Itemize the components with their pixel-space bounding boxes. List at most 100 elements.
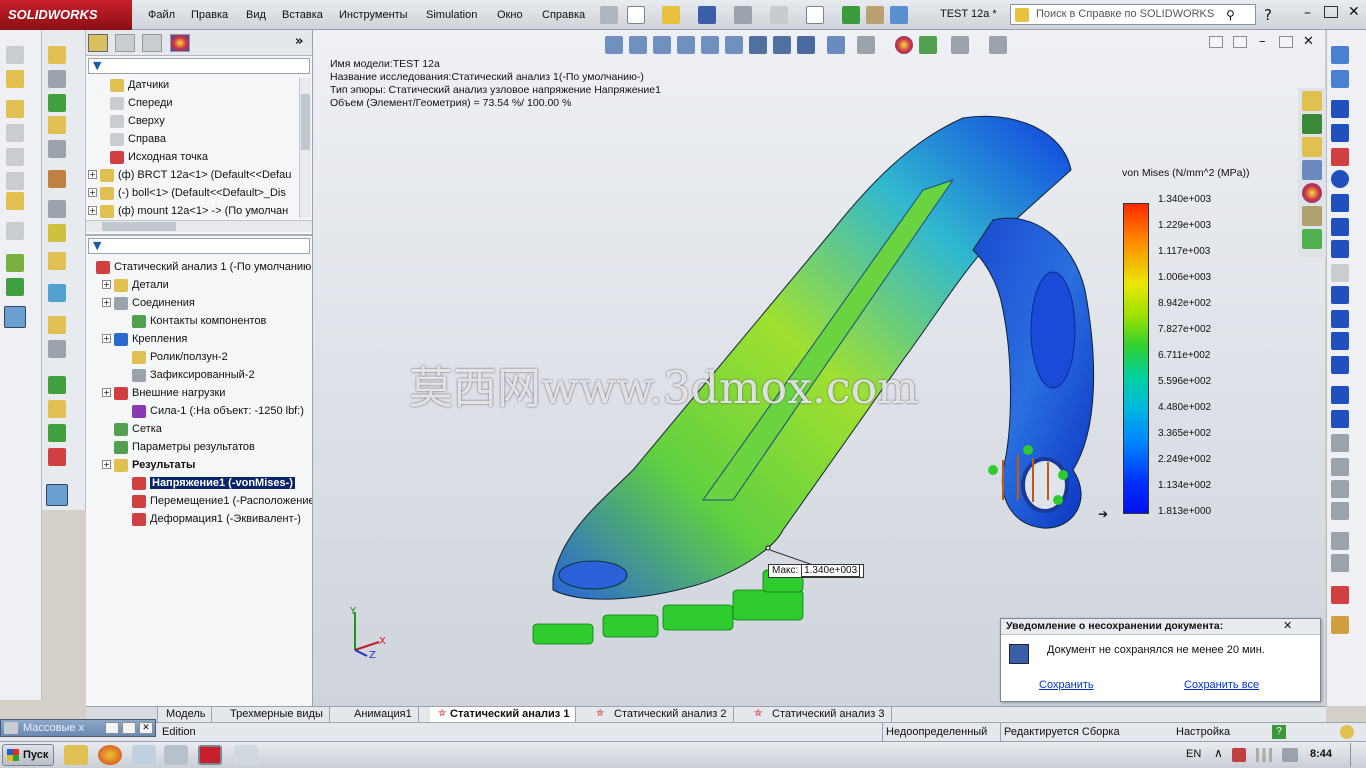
smart-dimension-icon[interactable] — [1331, 70, 1349, 88]
tray-expand-icon[interactable]: ∧ — [1214, 746, 1223, 760]
tab-model[interactable]: Модель — [160, 707, 213, 723]
trim-icon[interactable] — [1331, 410, 1349, 428]
rectangle-icon[interactable] — [1331, 124, 1349, 142]
tree-item[interactable]: Исходная точка — [110, 148, 208, 166]
point-icon[interactable] — [1331, 310, 1349, 328]
curve-icon[interactable] — [6, 278, 24, 296]
relations-icon[interactable] — [1331, 532, 1349, 550]
tree-item[interactable]: Датчики — [110, 76, 169, 94]
loads-advisor-icon[interactable] — [48, 94, 66, 112]
expand-toggle[interactable]: + — [102, 460, 111, 469]
configmanager-tab-icon[interactable] — [142, 34, 162, 52]
tree-item[interactable]: Крепления — [114, 330, 187, 348]
design-insight-icon[interactable] — [48, 284, 66, 302]
show-desktop-button[interactable] — [1350, 743, 1364, 767]
polygon-icon[interactable] — [1331, 286, 1349, 304]
deformed-result-icon[interactable] — [48, 224, 66, 242]
tree-item[interactable]: Параметры результатов — [114, 438, 255, 456]
clock[interactable]: 8:44 — [1310, 748, 1332, 760]
expand-toggle[interactable]: + — [88, 170, 97, 179]
solidworks-taskbar-icon[interactable] — [198, 745, 222, 765]
arc-icon[interactable] — [1331, 194, 1349, 212]
tree-item[interactable]: Соединения — [114, 294, 195, 312]
ellipse-icon[interactable] — [1331, 240, 1349, 258]
tree-item[interactable]: Ролик/ползун-2 — [132, 348, 228, 366]
tree-item[interactable]: Результаты — [114, 456, 195, 474]
tree-item[interactable]: Статический анализ 1 (-По умолчанию — [96, 258, 311, 276]
component-tool-icon[interactable] — [6, 70, 24, 88]
search-icon[interactable]: ⚲ — [1226, 8, 1235, 22]
app-taskbar-icon[interactable] — [164, 745, 188, 765]
fillet-icon[interactable] — [1331, 264, 1349, 282]
animate-icon[interactable] — [48, 424, 66, 442]
appearances-tab-icon[interactable] — [1302, 183, 1322, 203]
rebuild-icon[interactable] — [842, 6, 860, 24]
expand-toggle[interactable]: + — [102, 298, 111, 307]
menu-help[interactable]: Справка — [542, 0, 585, 30]
mate-tool-icon[interactable] — [6, 100, 24, 118]
tab-static-2[interactable]: Статический анализ 2 — [590, 707, 734, 723]
tree-item[interactable]: Зафиксированный-2 — [132, 366, 255, 384]
save-link[interactable]: Сохранить — [1039, 679, 1094, 691]
tab-static-3[interactable]: Статический анализ 3 — [748, 707, 892, 723]
expand-toggle[interactable]: + — [102, 280, 111, 289]
tree-item[interactable]: Спереди — [110, 94, 173, 112]
linear-pattern-icon[interactable] — [1331, 480, 1349, 498]
print-icon[interactable] — [734, 6, 752, 24]
report-icon[interactable] — [48, 340, 66, 358]
file-properties-icon[interactable] — [866, 6, 884, 24]
notification-close-icon[interactable]: ✕ — [1283, 619, 1292, 632]
help-question-icon[interactable]: ? — [1272, 725, 1286, 739]
pin-icon[interactable] — [600, 6, 618, 24]
probe-icon[interactable] — [48, 400, 66, 418]
question-icon[interactable]: ? — [1264, 6, 1272, 24]
file-explorer-icon[interactable] — [1302, 137, 1322, 157]
menu-file[interactable]: Файл — [148, 0, 175, 30]
expand-toggle[interactable]: + — [102, 334, 111, 343]
rotate-tool-icon[interactable] — [6, 148, 24, 166]
save-icon[interactable] — [698, 6, 716, 24]
home-tab-icon[interactable] — [1302, 91, 1322, 111]
tree-item[interactable]: Сетка — [114, 420, 162, 438]
view-palette-icon[interactable] — [1302, 160, 1322, 180]
propertymanager-tab-icon[interactable] — [115, 34, 135, 52]
minimize-icon[interactable]: – — [1304, 5, 1311, 21]
notepad-taskbar-icon[interactable] — [132, 745, 156, 765]
firefox-taskbar-icon[interactable] — [98, 745, 122, 765]
menu-view[interactable]: Вид — [246, 0, 266, 30]
quick-snaps-icon[interactable] — [1331, 586, 1349, 604]
network-icon[interactable] — [1256, 748, 1272, 762]
menu-edit[interactable]: Правка — [191, 0, 228, 30]
menu-tools[interactable]: Инструменты — [339, 0, 408, 30]
restore-icon[interactable] — [1324, 6, 1338, 18]
centerline-icon[interactable] — [1331, 332, 1349, 350]
tab-animation[interactable]: Анимация1 — [348, 707, 419, 723]
tab-3d-views[interactable]: Трехмерные виды — [224, 707, 330, 723]
simulation-active-icon[interactable] — [4, 306, 26, 328]
tray-app-icon[interactable] — [1232, 748, 1246, 762]
tree-item[interactable]: Внешние нагрузки — [114, 384, 225, 402]
plot-tools-icon[interactable] — [48, 316, 66, 334]
window-taskbar-icon[interactable] — [234, 745, 258, 765]
undo-icon[interactable] — [770, 6, 788, 24]
circle-icon[interactable] — [1331, 170, 1349, 188]
tree-item[interactable]: Сила-1 (:На объект: -1250 lbf:) — [132, 402, 304, 420]
tab-static-1[interactable]: Статический анализ 1 — [430, 707, 577, 723]
splitter[interactable] — [86, 234, 312, 236]
menu-window[interactable]: Окно — [497, 0, 523, 30]
mass-properties-panel[interactable]: Массовые х ✕ — [0, 719, 156, 737]
expand-toggle[interactable]: + — [102, 388, 111, 397]
assembly-tool-icon[interactable] — [6, 46, 24, 64]
solidworks-logo[interactable]: SOLIDWORKS — [0, 0, 132, 30]
iso-clipping-icon[interactable] — [48, 448, 66, 466]
tree-item[interactable]: (ф) mount 12a<1> -> (По умолчан — [100, 202, 288, 220]
status-custom[interactable]: Настройка — [1176, 723, 1230, 741]
compare-results-icon[interactable] — [48, 252, 66, 270]
tree-item[interactable]: (ф) BRCT 12a<1> (Default<<Defau — [100, 166, 291, 184]
volume-icon[interactable] — [1282, 748, 1298, 762]
tree-item[interactable]: (-) boll<1> (Default<<Default>_Dis — [100, 184, 286, 202]
tree-filter[interactable]: ▼ — [88, 58, 310, 74]
select-cursor-icon[interactable] — [806, 6, 824, 24]
tree-item[interactable]: Справа — [110, 130, 166, 148]
hscrollbar-thumb[interactable] — [102, 222, 176, 231]
